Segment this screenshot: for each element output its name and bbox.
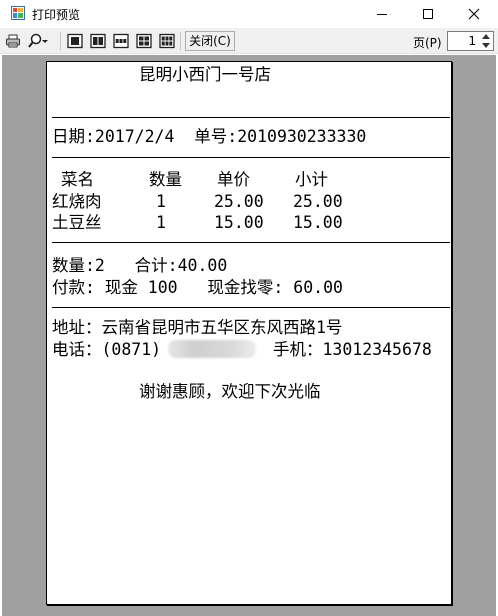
divider [52, 307, 450, 308]
receipt-page: 昆明小西门一号店 日期:2017/2/4 单号:2010930233330 菜名… [46, 61, 452, 605]
payment-line: 付款: 现金 100 现金找零: 60.00 [52, 278, 343, 297]
item-quantity: 1 [156, 192, 166, 211]
close-window-button[interactable] [451, 0, 497, 28]
window-title: 打印预览 [32, 8, 81, 22]
page-number-spinner[interactable] [447, 31, 494, 51]
header-quantity: 数量 [149, 170, 182, 189]
chevron-up-icon [482, 34, 490, 39]
divider [52, 242, 450, 243]
item-name: 红烧肉 [52, 192, 102, 211]
close-icon [468, 8, 480, 20]
page-number-input[interactable] [448, 32, 478, 50]
maximize-icon [423, 9, 433, 19]
title-bar: 打印预览 [0, 0, 498, 28]
toolbar-separator [60, 32, 61, 50]
minimize-icon [377, 14, 387, 15]
minimize-button[interactable] [359, 0, 405, 28]
page-label: 页(P) [413, 36, 442, 50]
four-pages-icon[interactable] [136, 33, 152, 49]
phone-prefix: 电话：(0871) [52, 340, 162, 359]
item-name: 土豆丝 [52, 213, 102, 232]
two-pages-icon[interactable] [90, 33, 106, 49]
printer-icon[interactable] [5, 33, 21, 49]
six-pages-icon[interactable] [159, 33, 175, 49]
thanks-message: 谢谢惠顾，欢迎下次光临 [139, 382, 321, 401]
item-quantity: 1 [156, 213, 166, 232]
header-item-name: 菜名 [61, 170, 94, 189]
store-name: 昆明小西门一号店 [139, 65, 271, 84]
print-preview-toolbar: 关闭(C) 页(P) [0, 28, 498, 54]
header-unit-price: 单价 [217, 170, 250, 189]
zoom-icon[interactable] [27, 33, 49, 49]
three-pages-icon[interactable] [113, 33, 129, 49]
mobile-line: 手机：13012345678 [273, 340, 432, 359]
chevron-down-icon [482, 43, 490, 48]
item-unit-price: 15.00 [214, 213, 264, 232]
item-subtotal: 15.00 [293, 213, 343, 232]
close-preview-button[interactable]: 关闭(C) [185, 31, 235, 51]
date-order-line: 日期:2017/2/4 单号:2010930233330 [52, 127, 367, 146]
redacted-phone [168, 340, 256, 358]
page-down-button[interactable] [479, 41, 493, 50]
one-page-icon[interactable] [67, 33, 83, 49]
toolbar-separator [180, 32, 181, 50]
divider [52, 117, 450, 118]
address-line: 地址：云南省昆明市五华区东风西路1号 [52, 318, 343, 337]
divider [52, 157, 450, 158]
item-subtotal: 25.00 [293, 192, 343, 211]
header-subtotal: 小计 [295, 170, 328, 189]
item-unit-price: 25.00 [214, 192, 264, 211]
page-up-button[interactable] [479, 32, 493, 41]
summary-line: 数量:2 合计:40.00 [52, 256, 228, 275]
preview-area[interactable]: 昆明小西门一号店 日期:2017/2/4 单号:2010930233330 菜名… [2, 55, 496, 616]
app-window-icon [11, 6, 25, 20]
maximize-button[interactable] [405, 0, 451, 28]
